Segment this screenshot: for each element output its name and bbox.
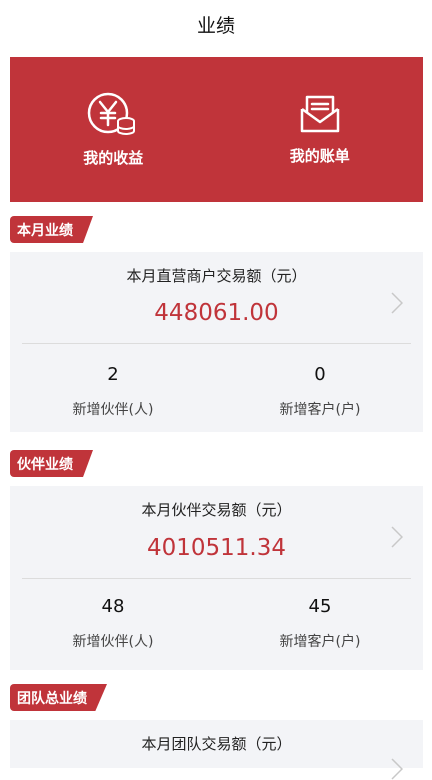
stat-label: 新增伙伴(人) — [72, 634, 154, 650]
chevron-right-icon[interactable] — [391, 758, 403, 780]
stat-new-customers: 45 新增客户(户) — [217, 596, 423, 651]
monthly-performance-card[interactable]: 本月直营商户交易额（元） 448061.00 2 新增伙伴(人) 0 新增客户(… — [10, 252, 423, 432]
chevron-right-icon[interactable] — [391, 526, 403, 548]
section-tag-team: 团队总业绩 — [10, 684, 107, 711]
stat-value: 48 — [101, 596, 125, 617]
stat-new-partners: 2 新增伙伴(人) — [10, 364, 216, 419]
card-amount: 448061.00 — [154, 300, 279, 326]
chevron-right-icon[interactable] — [391, 292, 403, 314]
stat-value: 0 — [314, 364, 326, 385]
my-income-label: 我的收益 — [83, 149, 144, 167]
envelope-bill-icon — [300, 95, 339, 133]
stat-label: 新增客户(户) — [279, 402, 361, 418]
card-title: 本月团队交易额（元） — [141, 735, 292, 753]
divider — [22, 343, 411, 344]
stat-new-partners: 48 新增伙伴(人) — [10, 596, 216, 651]
section-tag-partner: 伙伴业绩 — [10, 450, 93, 477]
banner: 我的收益 我的账单 — [10, 57, 423, 202]
yen-coins-icon — [88, 92, 136, 135]
card-title: 本月伙伴交易额（元） — [141, 501, 292, 519]
stat-label: 新增伙伴(人) — [72, 402, 154, 418]
my-bill-label: 我的账单 — [289, 147, 350, 165]
partner-performance-card[interactable]: 本月伙伴交易额（元） 4010511.34 48 新增伙伴(人) 45 新增客户… — [10, 486, 423, 670]
my-bill-button[interactable]: 我的账单 — [217, 57, 424, 202]
my-income-button[interactable]: 我的收益 — [10, 57, 217, 202]
stat-value: 2 — [107, 364, 119, 385]
page-header: 业绩 — [0, 0, 432, 48]
card-amount: 4010511.34 — [146, 535, 286, 561]
section-tag-monthly: 本月业绩 — [10, 216, 93, 243]
team-performance-card[interactable]: 本月团队交易额（元） — [10, 720, 423, 780]
page-title: 业绩 — [196, 14, 235, 37]
stat-new-customers: 0 新增客户(户) — [217, 364, 423, 419]
divider — [22, 578, 411, 579]
card-title: 本月直营商户交易额（元） — [126, 267, 307, 285]
stat-label: 新增客户(户) — [279, 634, 361, 650]
stat-value: 45 — [308, 596, 332, 617]
